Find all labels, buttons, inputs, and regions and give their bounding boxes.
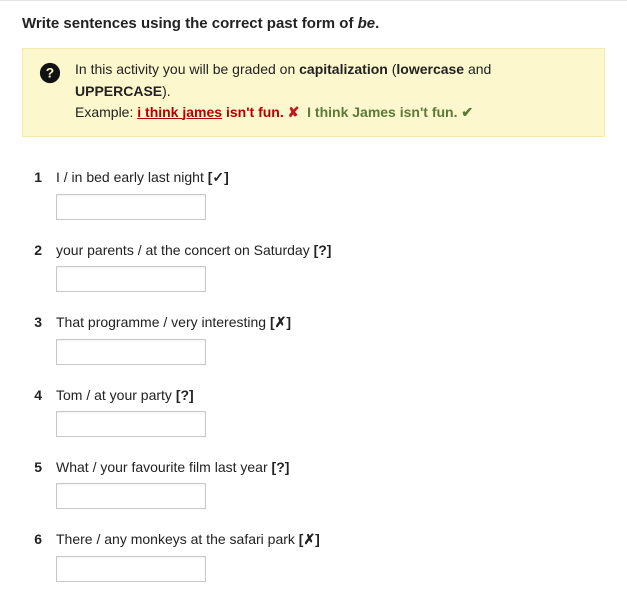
- question-prompt: What / your favourite film last year [?]: [56, 459, 605, 475]
- instruction-em: be: [358, 15, 376, 32]
- question-row: 4Tom / at your party [?]: [22, 387, 605, 437]
- question-row: 3That programme / very interesting [✗]: [22, 314, 605, 365]
- prompt-marker: [✗]: [299, 531, 320, 547]
- instruction-text: Write sentences using the correct past f…: [22, 1, 605, 48]
- hint-line1-a: In this activity you will be graded on: [75, 61, 299, 77]
- answer-input[interactable]: [56, 339, 206, 365]
- prompt-marker: [?]: [176, 387, 194, 403]
- question-prompt: your parents / at the concert on Saturda…: [56, 242, 605, 258]
- hint-text: In this activity you will be graded on c…: [75, 59, 588, 124]
- question-prompt: I / in bed early last night [✓]: [56, 169, 605, 186]
- help-icon: ?: [39, 62, 61, 84]
- question-prompt: There / any monkeys at the safari park […: [56, 531, 605, 548]
- wrong-underline-1: i think: [137, 104, 182, 120]
- svg-text:?: ?: [46, 66, 54, 81]
- prompt-text: I / in bed early last night: [56, 169, 208, 185]
- hint-and: and: [464, 61, 491, 77]
- answer-input[interactable]: [56, 556, 206, 582]
- hint-uppercase: UPPERCASE: [75, 83, 162, 99]
- answer-input[interactable]: [56, 483, 206, 509]
- question-body: That programme / very interesting [✗]: [56, 314, 605, 365]
- hint-lowercase: lowercase: [396, 61, 464, 77]
- prompt-text: That programme / very interesting: [56, 314, 270, 330]
- question-number: 2: [22, 242, 56, 292]
- hint-box: ? In this activity you will be graded on…: [22, 48, 605, 137]
- question-number: 5: [22, 459, 56, 509]
- instruction-prefix: Write sentences using the correct past f…: [22, 15, 358, 32]
- wrong-underline-2: james: [182, 104, 222, 120]
- prompt-text: What / your favourite film last year: [56, 459, 272, 475]
- prompt-text: There / any monkeys at the safari park: [56, 531, 299, 547]
- question-body: There / any monkeys at the safari park […: [56, 531, 605, 582]
- example-label: Example:: [75, 104, 137, 120]
- question-row: 5What / your favourite film last year [?…: [22, 459, 605, 509]
- prompt-marker: [✓]: [208, 169, 229, 185]
- example-right: I think James isn't fun.: [307, 104, 457, 120]
- question-number: 4: [22, 387, 56, 437]
- question-body: What / your favourite film last year [?]: [56, 459, 605, 509]
- wrong-rest: isn't fun.: [222, 104, 284, 120]
- question-row: 6There / any monkeys at the safari park …: [22, 531, 605, 582]
- question-number: 3: [22, 314, 56, 365]
- question-row: 1I / in bed early last night [✓]: [22, 169, 605, 220]
- prompt-marker: [?]: [314, 242, 332, 258]
- answer-input[interactable]: [56, 266, 206, 292]
- questions-list: 1I / in bed early last night [✓] 2your pa…: [22, 137, 605, 582]
- prompt-marker: [✗]: [270, 314, 291, 330]
- prompt-text: your parents / at the concert on Saturda…: [56, 242, 314, 258]
- check-icon: ✔: [461, 104, 473, 120]
- question-row: 2your parents / at the concert on Saturd…: [22, 242, 605, 292]
- answer-input[interactable]: [56, 194, 206, 220]
- hint-paren-close: ).: [162, 83, 171, 99]
- instruction-suffix: .: [375, 15, 379, 32]
- example-wrong: i think james isn't fun.: [137, 104, 283, 120]
- answer-input[interactable]: [56, 411, 206, 437]
- question-body: I / in bed early last night [✓]: [56, 169, 605, 220]
- question-body: your parents / at the concert on Saturda…: [56, 242, 605, 292]
- prompt-text: Tom / at your party: [56, 387, 176, 403]
- question-prompt: That programme / very interesting [✗]: [56, 314, 605, 331]
- cross-icon: ✘: [288, 104, 300, 120]
- question-prompt: Tom / at your party [?]: [56, 387, 605, 403]
- exercise-container: Write sentences using the correct past f…: [0, 0, 627, 582]
- question-number: 1: [22, 169, 56, 220]
- prompt-marker: [?]: [272, 459, 290, 475]
- question-body: Tom / at your party [?]: [56, 387, 605, 437]
- question-number: 6: [22, 531, 56, 582]
- hint-capitalization: capitalization: [299, 61, 388, 77]
